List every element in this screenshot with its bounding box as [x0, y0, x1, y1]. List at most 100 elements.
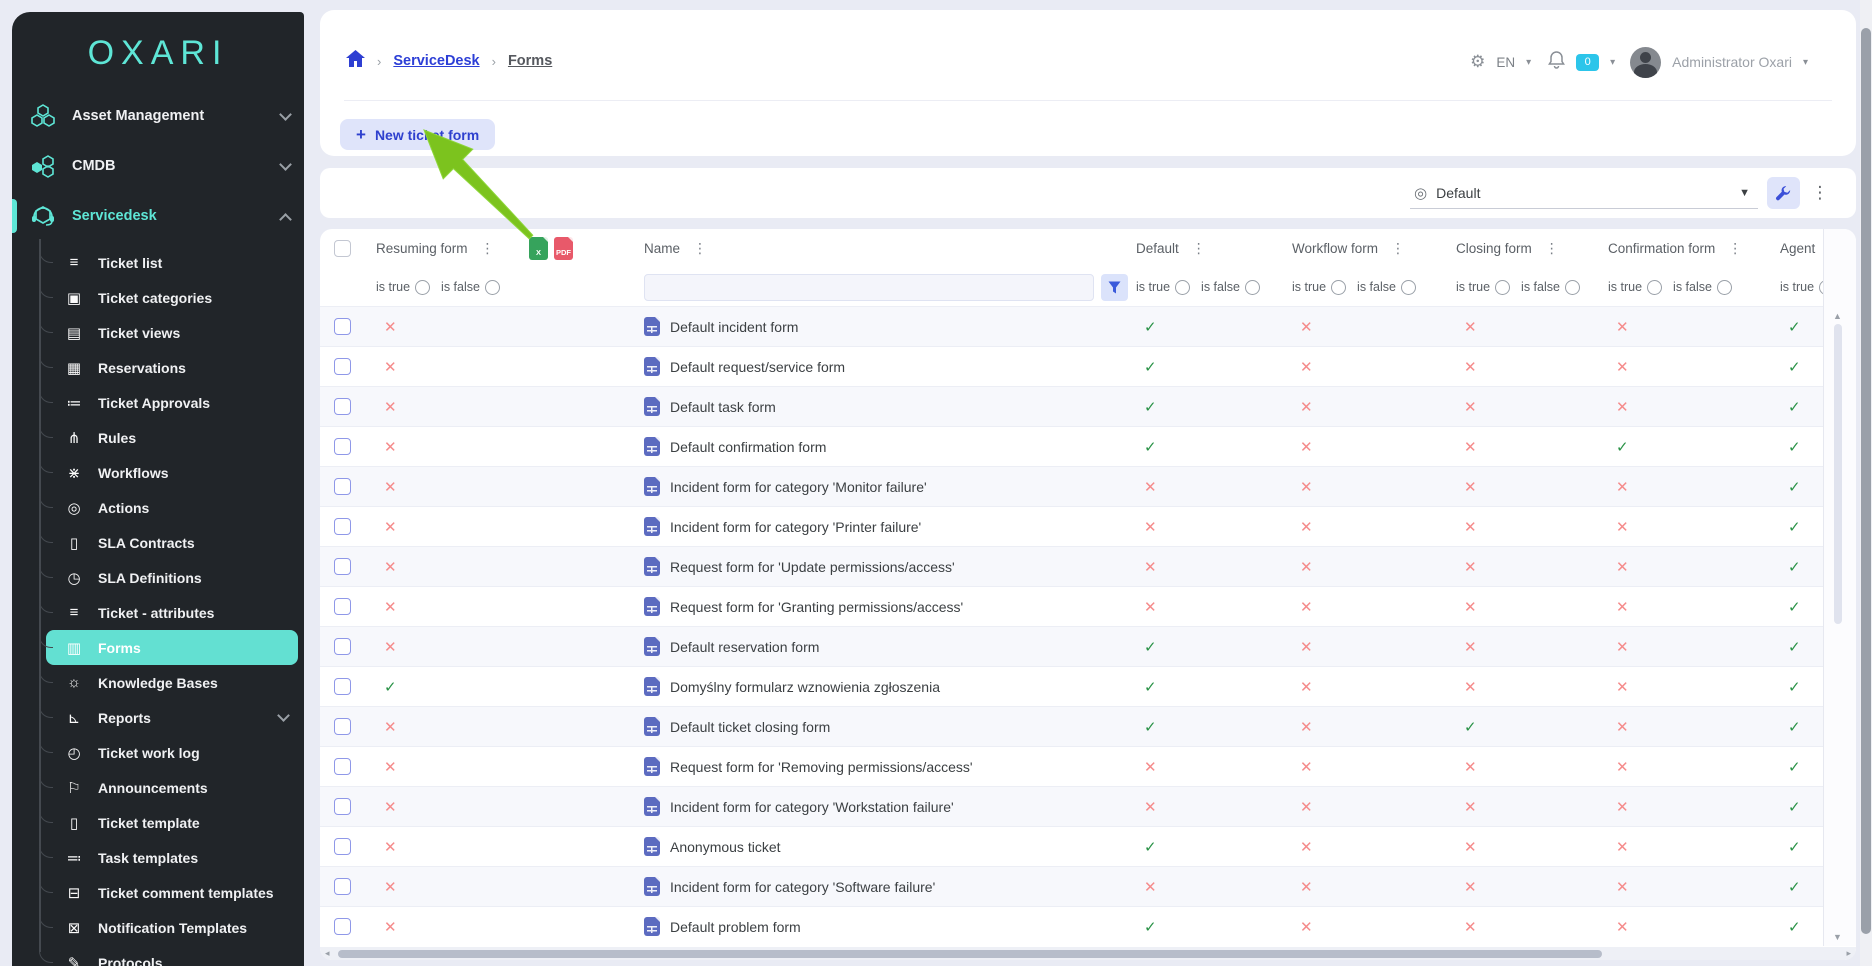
row-checkbox[interactable] [334, 838, 351, 855]
form-name[interactable]: Incident form for category 'Workstation … [670, 799, 954, 815]
table-row[interactable]: ✕ Default task form ✓ ✕ ✕ ✕ ✓ [320, 386, 1856, 426]
export-pdf-icon[interactable]: PDF [554, 237, 573, 260]
table-row[interactable]: ✕ Default request/service form ✓ ✕ ✕ ✕ ✓ [320, 346, 1856, 386]
sidebar-item-task-templates[interactable]: ≕ Task templates [12, 840, 304, 875]
breadcrumb-servicedesk-link[interactable]: ServiceDesk [393, 53, 479, 69]
sidebar-item-ticket-approvals[interactable]: ≔ Ticket Approvals [12, 385, 304, 420]
sidebar-item-ticket-list[interactable]: ≡ Ticket list [12, 245, 304, 280]
language-caret-icon[interactable]: ▾ [1526, 57, 1531, 68]
row-checkbox[interactable] [334, 718, 351, 735]
sidebar-section-cmdb[interactable]: CMDB [12, 141, 304, 191]
table-row[interactable]: ✕ Default problem form ✓ ✕ ✕ ✕ ✓ [320, 906, 1856, 946]
sidebar-item-ticket-views[interactable]: ▤ Ticket views [12, 315, 304, 350]
form-name[interactable]: Request form for 'Granting permissions/a… [670, 599, 963, 615]
row-checkbox[interactable] [334, 918, 351, 935]
sidebar-item-reservations[interactable]: ▦ Reservations [12, 350, 304, 385]
row-checkbox[interactable] [334, 558, 351, 575]
form-name[interactable]: Domyślny formularz wznowienia zgłoszenia [670, 679, 940, 695]
table-row[interactable]: ✕ Default incident form ✓ ✕ ✕ ✕ ✓ [320, 306, 1856, 346]
table-row[interactable]: ✕ Incident form for category 'Monitor fa… [320, 466, 1856, 506]
column-menu-kebab-icon[interactable]: ⋮ [1545, 240, 1559, 257]
is-true-radio[interactable] [1331, 280, 1346, 295]
form-name[interactable]: Request form for 'Update permissions/acc… [670, 559, 955, 575]
row-checkbox[interactable] [334, 438, 351, 455]
table-row[interactable]: ✕ Request form for 'Update permissions/a… [320, 546, 1856, 586]
view-selector-dropdown[interactable]: ◎ Default ▼ [1410, 177, 1758, 209]
column-menu-kebab-icon[interactable]: ⋮ [1192, 240, 1206, 257]
sidebar-item-reports[interactable]: ⊾ Reports [12, 700, 304, 735]
is-false-radio[interactable] [485, 280, 500, 295]
table-row[interactable]: ✕ Default ticket closing form ✓ ✕ ✓ ✕ ✓ [320, 706, 1856, 746]
row-checkbox[interactable] [334, 318, 351, 335]
new-ticket-form-button[interactable]: + New ticket form [340, 119, 495, 150]
table-row[interactable]: ✓ Domyślny formularz wznowienia zgłoszen… [320, 666, 1856, 706]
form-name[interactable]: Incident form for category 'Monitor fail… [670, 479, 927, 495]
user-avatar[interactable] [1630, 47, 1661, 78]
is-false-radio[interactable] [1565, 280, 1580, 295]
table-row[interactable]: ✕ Request form for 'Removing permissions… [320, 746, 1856, 786]
scroll-up-arrow-icon[interactable]: ▲ [1833, 311, 1842, 321]
sidebar-item-forms[interactable]: ▥ Forms [12, 630, 304, 665]
horizontal-scroll-thumb[interactable] [338, 950, 1602, 958]
table-row[interactable]: ✕ Request form for 'Granting permissions… [320, 586, 1856, 626]
row-checkbox[interactable] [334, 758, 351, 775]
row-checkbox[interactable] [334, 638, 351, 655]
language-selector[interactable]: EN [1496, 55, 1515, 70]
table-row[interactable]: ✕ Incident form for category 'Software f… [320, 866, 1856, 906]
row-checkbox[interactable] [334, 678, 351, 695]
is-false-radio[interactable] [1717, 280, 1732, 295]
form-name[interactable]: Default task form [670, 399, 776, 415]
is-true-radio[interactable] [1647, 280, 1662, 295]
apply-filter-funnel-button[interactable] [1101, 274, 1128, 301]
column-menu-kebab-icon[interactable]: ⋮ [481, 240, 495, 257]
is-true-radio[interactable] [1175, 280, 1190, 295]
column-header-closing-form[interactable]: Closing form [1456, 241, 1532, 256]
form-name[interactable]: Anonymous ticket [670, 839, 781, 855]
row-checkbox[interactable] [334, 478, 351, 495]
sidebar-item-actions[interactable]: ◎ Actions [12, 490, 304, 525]
home-icon[interactable] [346, 50, 365, 72]
column-menu-kebab-icon[interactable]: ⋮ [1728, 240, 1742, 257]
form-name[interactable]: Incident form for category 'Software fai… [670, 879, 935, 895]
row-checkbox[interactable] [334, 398, 351, 415]
sidebar-item-knowledge-bases[interactable]: ☼ Knowledge Bases [12, 665, 304, 700]
notification-count-badge[interactable]: 0 [1576, 54, 1599, 71]
column-header-confirmation-form[interactable]: Confirmation form [1608, 241, 1715, 256]
form-name[interactable]: Default problem form [670, 919, 801, 935]
export-excel-icon[interactable]: X [529, 237, 548, 260]
column-header-workflow-form[interactable]: Workflow form [1292, 241, 1378, 256]
select-all-checkbox[interactable] [334, 240, 351, 257]
sidebar-item-rules[interactable]: ⋔ Rules [12, 420, 304, 455]
user-name[interactable]: Administrator Oxari [1672, 54, 1792, 70]
vertical-scroll-thumb[interactable] [1834, 324, 1842, 624]
column-header-resuming-form[interactable]: Resuming form [376, 241, 468, 256]
sidebar-item-notification-templates[interactable]: ⊠ Notification Templates [12, 910, 304, 945]
is-true-radio[interactable] [415, 280, 430, 295]
page-scroll-thumb[interactable] [1861, 28, 1871, 934]
toolbar-kebab-menu[interactable]: ⋮ [1810, 177, 1830, 209]
sidebar-item-sla-contracts[interactable]: ▯ SLA Contracts [12, 525, 304, 560]
table-row[interactable]: ✕ Incident form for category 'Printer fa… [320, 506, 1856, 546]
is-false-radio[interactable] [1245, 280, 1260, 295]
row-checkbox[interactable] [334, 358, 351, 375]
column-header-agent[interactable]: Agent [1780, 241, 1815, 256]
table-row[interactable]: ✕ Default confirmation form ✓ ✕ ✕ ✓ ✓ [320, 426, 1856, 466]
sidebar-item-ticket-categories[interactable]: ▣ Ticket categories [12, 280, 304, 315]
notifications-caret-icon[interactable]: ▾ [1610, 57, 1615, 68]
column-header-name[interactable]: Name [644, 241, 680, 256]
scroll-right-arrow-icon[interactable]: ▸ [1846, 948, 1851, 959]
scroll-down-arrow-icon[interactable]: ▼ [1833, 932, 1842, 942]
table-row[interactable]: ✕ Anonymous ticket ✓ ✕ ✕ ✕ ✓ [320, 826, 1856, 866]
column-header-default[interactable]: Default [1136, 241, 1179, 256]
sidebar-item-ticket-work-log[interactable]: ◴ Ticket work log [12, 735, 304, 770]
sidebar-item-workflows[interactable]: ⋇ Workflows [12, 455, 304, 490]
is-false-radio[interactable] [1401, 280, 1416, 295]
form-name[interactable]: Request form for 'Removing permissions/a… [670, 759, 973, 775]
name-filter-input[interactable] [644, 274, 1094, 301]
table-row[interactable]: ✕ Incident form for category 'Workstatio… [320, 786, 1856, 826]
sidebar-item-sla-definitions[interactable]: ◷ SLA Definitions [12, 560, 304, 595]
column-menu-kebab-icon[interactable]: ⋮ [1391, 240, 1405, 257]
sidebar-item-ticket-template[interactable]: ▯ Ticket template [12, 805, 304, 840]
sidebar-item-ticket-comment-templates[interactable]: ⊟ Ticket comment templates [12, 875, 304, 910]
table-settings-wrench-button[interactable] [1767, 177, 1800, 209]
